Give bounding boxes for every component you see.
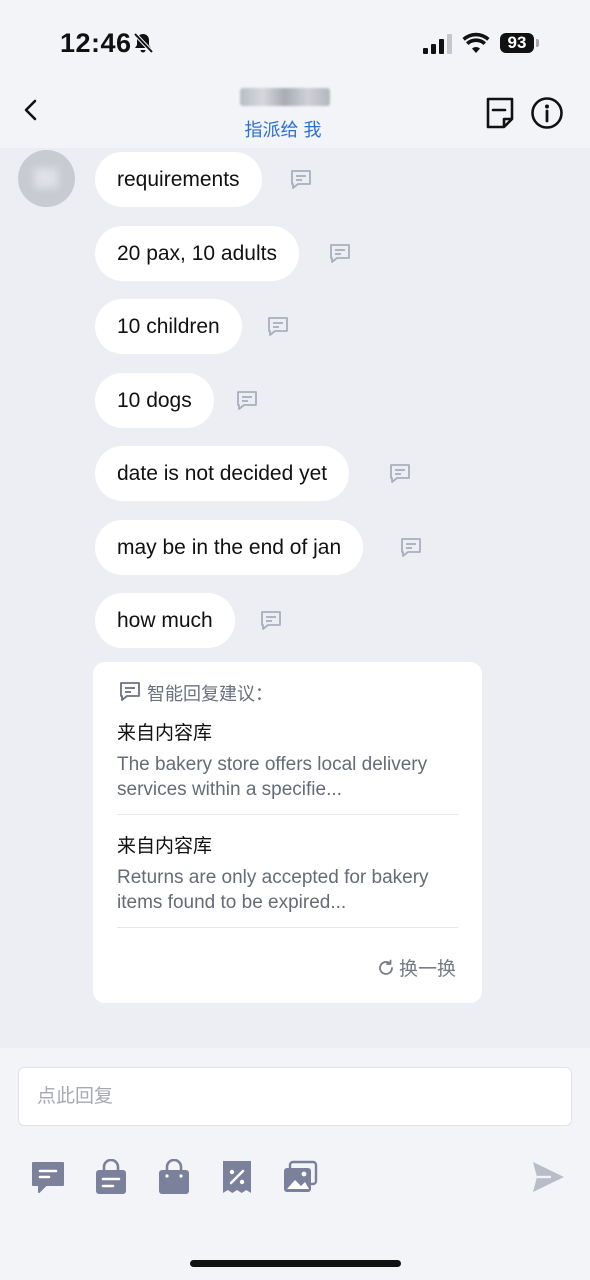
reply-input[interactable] xyxy=(18,1067,572,1126)
suggestion-source: 来自内容库 xyxy=(117,836,213,857)
quote-reply-icon[interactable] xyxy=(329,243,351,265)
status-bar: 12:46 93 xyxy=(0,0,590,88)
smart-reply-card: 智能回复建议： 来自内容库 The bakery store offers lo… xyxy=(93,662,482,1003)
home-indicator xyxy=(190,1260,401,1267)
smart-reply-icon xyxy=(120,682,140,701)
battery-cap xyxy=(536,39,539,47)
clock: 12:46 xyxy=(60,28,132,58)
refresh-suggestions-button[interactable]: 换一换 xyxy=(377,954,456,981)
suggestion-item[interactable]: 来自内容库 Returns are only accepted for bake… xyxy=(117,831,458,928)
refresh-label: 换一换 xyxy=(398,959,456,980)
wifi-icon xyxy=(462,32,490,53)
bell-muted-icon xyxy=(133,32,154,54)
signal-icon xyxy=(423,34,452,54)
smart-reply-title: 智能回复建议： xyxy=(147,684,273,704)
message-bubble[interactable]: how much xyxy=(95,593,235,648)
send-icon[interactable] xyxy=(530,1159,566,1195)
suggestion-text: Returns are only accepted for bakery ite… xyxy=(117,867,429,913)
chat-header: 指派给 我 xyxy=(0,88,590,148)
product-bag-icon[interactable] xyxy=(156,1159,192,1195)
contact-name-blurred xyxy=(240,88,330,106)
message-bubble[interactable]: 20 pax, 10 adults xyxy=(95,226,299,281)
coupon-icon[interactable] xyxy=(219,1159,255,1195)
suggestion-text: The bakery store offers local delivery s… xyxy=(117,754,428,800)
suggestion-source: 来自内容库 xyxy=(117,723,213,744)
quote-reply-icon[interactable] xyxy=(260,610,282,632)
quote-reply-icon[interactable] xyxy=(400,537,422,559)
info-icon[interactable] xyxy=(530,96,564,130)
image-icon[interactable] xyxy=(282,1159,318,1195)
message-bubble[interactable]: requirements xyxy=(95,152,262,207)
quote-reply-icon[interactable] xyxy=(236,390,258,412)
message-bubble[interactable]: date is not decided yet xyxy=(95,446,350,501)
message-bubble[interactable]: 10 dogs xyxy=(95,373,214,428)
suggestion-item[interactable]: 来自内容库 The bakery store offers local deli… xyxy=(117,718,458,815)
message-bubble[interactable]: 10 children xyxy=(95,299,242,354)
order-icon[interactable] xyxy=(93,1159,129,1195)
battery-icon: 93 xyxy=(500,33,534,53)
quick-reply-icon[interactable] xyxy=(30,1159,66,1195)
refresh-icon xyxy=(379,959,393,975)
contact-avatar[interactable] xyxy=(18,150,75,207)
message-bubble[interactable]: may be in the end of jan xyxy=(95,520,364,575)
note-icon[interactable] xyxy=(484,96,516,130)
quote-reply-icon[interactable] xyxy=(267,316,289,338)
composer xyxy=(0,1048,590,1280)
quote-reply-icon[interactable] xyxy=(290,169,312,191)
quote-reply-icon[interactable] xyxy=(389,463,411,485)
assign-label[interactable]: 指派给 我 xyxy=(0,116,566,142)
